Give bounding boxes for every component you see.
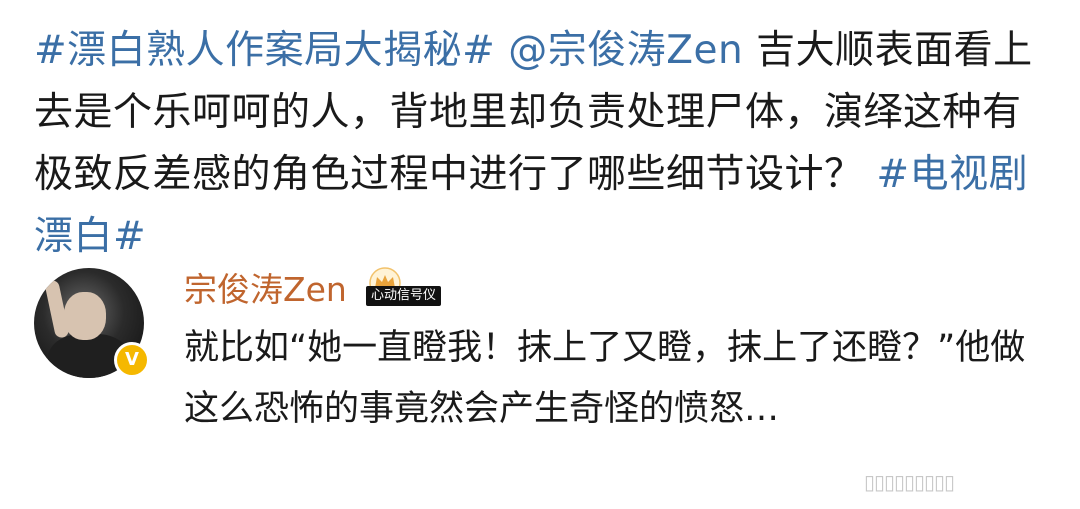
quoted-reply: V 宗俊涛Zen 心动信号仪 就比如“她一直瞪我！抹上了又瞪，抹上了还瞪？”他做… [34, 262, 1044, 467]
hashtag-link[interactable]: #漂白熟人作案局大揭秘# [34, 28, 495, 73]
verified-icon: V [114, 342, 150, 378]
post-text: #漂白熟人作案局大揭秘# @宗俊涛Zen 吉大顺表面看上去是个乐呵呵的人，背地里… [34, 20, 1044, 268]
avatar-face [64, 292, 106, 340]
mention-link[interactable]: @宗俊涛Zen [508, 28, 743, 73]
reply-username[interactable]: 宗俊涛Zen [184, 268, 347, 312]
device-tag: 心动信号仪 [366, 286, 442, 306]
watermark: ▯▯▯▯▯▯▯▯▯ [864, 470, 955, 494]
reply-text: 就比如“她一直瞪我！抹上了又瞪，抹上了还瞪？”他做这么恐怖的事竟然会产生奇怪的愤… [184, 328, 1026, 429]
